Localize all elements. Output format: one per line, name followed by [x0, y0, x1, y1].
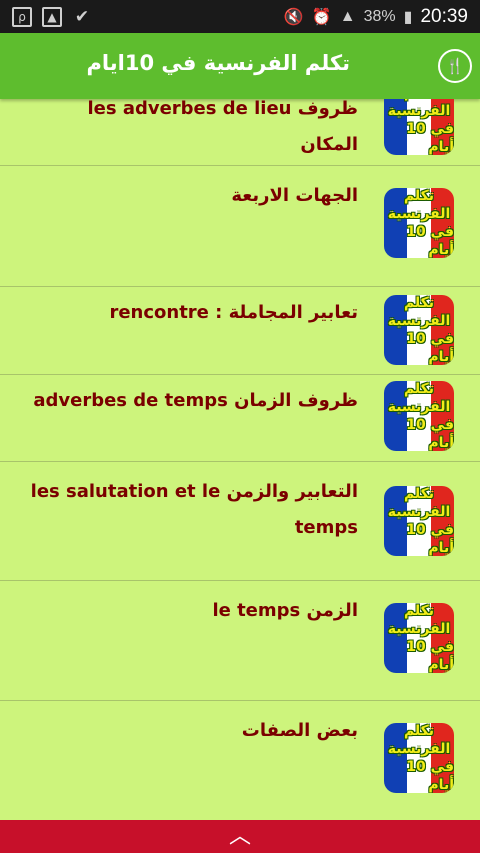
app-title: تكلم الفرنسية في 10ايام: [86, 51, 351, 75]
lesson-title: التعابير والزمن les salutation et le tem…: [30, 481, 358, 538]
thumb-line3: في 10 أيام: [406, 417, 454, 451]
signal-icon: ▲: [339, 7, 356, 25]
thumb-line1: تكلم: [403, 723, 435, 739]
list-item[interactable]: adverbes de temps ظروف الزمان تكلم الفرنس…: [0, 375, 480, 462]
app-logo-icon[interactable]: 🍴: [438, 49, 472, 83]
lesson-thumbnail: تكلم الفرنسية في 10 أيام: [384, 486, 454, 556]
thumb-line1: تكلم: [403, 381, 435, 397]
lesson-thumbnail: تكلمالفرنسيةفي 10 أيام: [384, 99, 454, 155]
lesson-thumbnail: تكلم الفرنسية في 10 أيام: [384, 381, 454, 451]
alarm-icon: ⏰: [311, 8, 332, 26]
gallery-icon: ▲: [42, 6, 62, 27]
thumb-line3: في 10 أيام: [406, 224, 454, 258]
thumb-line2: الفرنسية: [387, 504, 451, 520]
thumb-line1: تكلم: [403, 603, 435, 619]
lesson-title: rencontre : تعابير المجاملة: [109, 302, 358, 323]
list-item[interactable]: التعابير والزمن les salutation et le tem…: [0, 462, 480, 581]
thumb-line2: الفرنسية: [387, 621, 451, 637]
lesson-title: الزمن le temps: [212, 600, 358, 621]
check-icon: ✔: [74, 6, 90, 27]
clock: 20:39: [420, 5, 468, 27]
lesson-thumbnail: تكلم الفرنسية في 10 أيام: [384, 295, 454, 365]
thumb-line3: في 10 أيام: [406, 121, 454, 155]
thumb-line1: تكلم: [403, 188, 435, 204]
thumb-line2: الفرنسية: [387, 741, 451, 757]
list-item[interactable]: الجهات الاربعة تكلم الفرنسية في 10 أيام: [0, 166, 480, 287]
app-bar: تكلم الفرنسية في 10ايام 🍴: [0, 33, 480, 99]
status-bar: ρ ▲ ✔ 🔇 ⏰ ▲ 38% ▮ 20:39: [0, 0, 480, 33]
thumb-line2: الفرنسية: [387, 103, 451, 119]
thumb-line3: في 10 أيام: [406, 639, 454, 673]
lesson-list[interactable]: les adverbes de lieu ظروف المكان تكلم الف…: [0, 99, 480, 820]
lesson-thumbnail: تكلم الفرنسية في 10 أيام: [384, 723, 454, 793]
list-item[interactable]: rencontre : تعابير المجاملة تكلم الفرنسية…: [0, 287, 480, 375]
thumb-line1: تكلم: [403, 295, 435, 311]
list-item[interactable]: بعض الصفات تكلم الفرنسية في 10 أيام: [0, 701, 480, 820]
lesson-thumbnail: تكلم الفرنسية في 10 أيام: [384, 603, 454, 673]
battery-percent: 38%: [363, 7, 396, 25]
lesson-title: adverbes de temps ظروف الزمان: [33, 390, 358, 411]
lesson-thumbnail: تكلم الفرنسية في 10 أيام: [384, 188, 454, 258]
thumb-line2: الفرنسية: [387, 399, 451, 415]
list-item[interactable]: الزمن le temps تكلم الفرنسية في 10 أيام: [0, 581, 480, 701]
lesson-title: الجهات الاربعة: [231, 185, 358, 206]
list-item[interactable]: les adverbes de lieu ظروف المكان تكلمالف…: [0, 99, 480, 166]
thumb-line3: في 10 أيام: [406, 331, 454, 365]
chevron-up-icon[interactable]: ︿: [229, 820, 251, 853]
battery-icon: ▮: [403, 8, 413, 26]
lesson-title: les adverbes de lieu ظروف المكان: [87, 99, 358, 155]
mute-icon: 🔇: [283, 8, 304, 26]
bottom-bar[interactable]: ︿: [0, 820, 480, 853]
lesson-title: بعض الصفات: [241, 720, 358, 741]
chat-app-icon: ρ: [12, 6, 32, 27]
thumb-line1: تكلم: [403, 486, 435, 502]
thumb-line2: الفرنسية: [387, 206, 451, 222]
thumb-line3: في 10 أيام: [406, 522, 454, 556]
thumb-line2: الفرنسية: [387, 313, 451, 329]
thumb-line3: في 10 أيام: [406, 759, 454, 793]
